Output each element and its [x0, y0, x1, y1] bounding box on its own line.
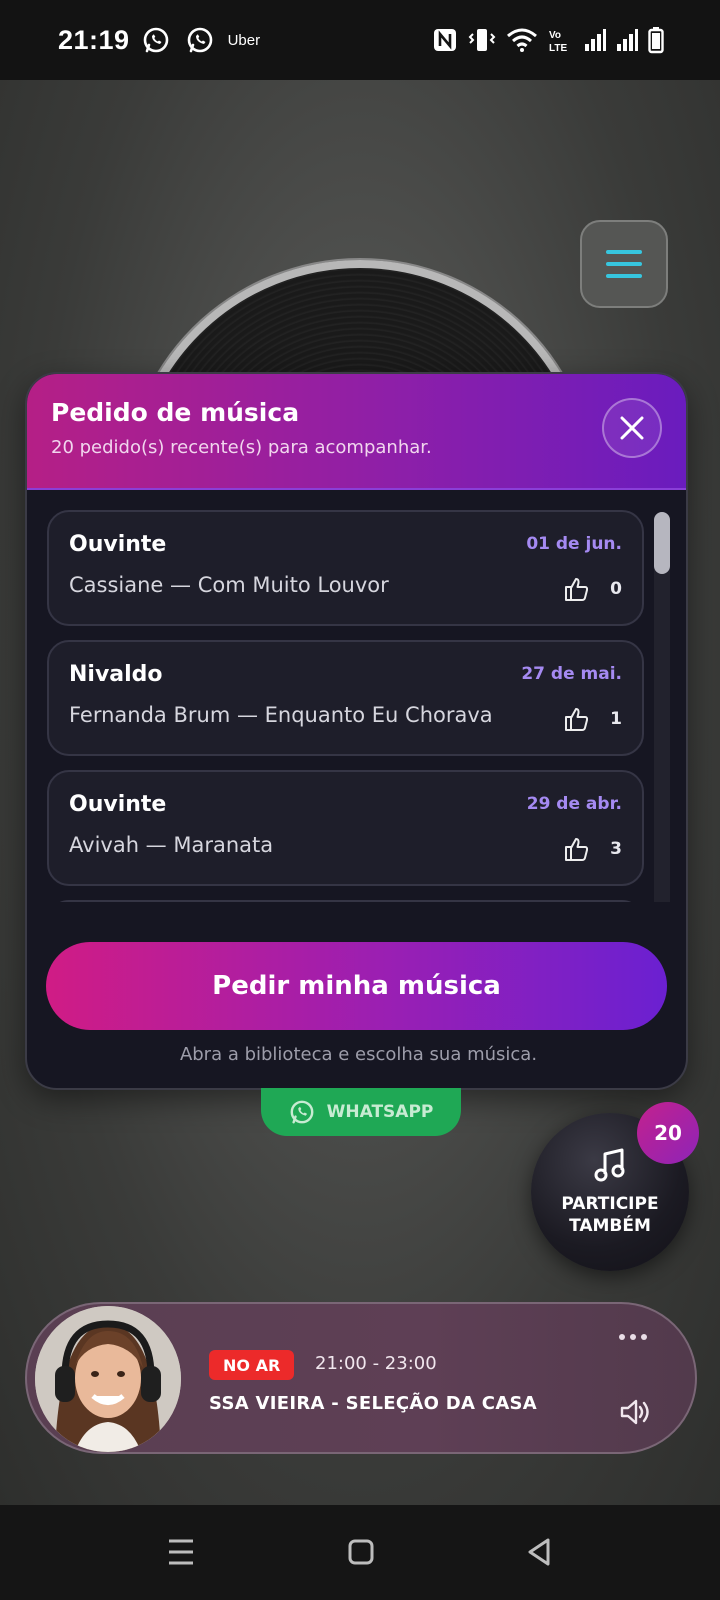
signal-icon: [617, 29, 638, 51]
menu-button[interactable]: [580, 220, 668, 308]
close-button[interactable]: [602, 398, 662, 458]
scrollbar[interactable]: [654, 512, 670, 902]
like-button[interactable]: 1: [564, 706, 622, 732]
vibrate-icon: [468, 29, 496, 51]
whatsapp-button[interactable]: WHATSAPP: [261, 1088, 461, 1136]
like-count: 0: [610, 579, 622, 599]
system-icons: Vo LTE: [432, 26, 664, 54]
hamburger-icon: [606, 250, 642, 254]
system-nav-bar: [0, 1505, 720, 1600]
request-card[interactable]: Ouvinte 01 de jun. Cassiane — Com Muito …: [47, 510, 644, 626]
svg-text:Vo: Vo: [549, 30, 561, 41]
participate-label: PARTICIPE TAMBÉM: [561, 1194, 659, 1236]
request-date: 27 de mai.: [521, 664, 622, 684]
whatsapp-icon: [290, 1100, 314, 1124]
request-card[interactable]: [47, 900, 644, 902]
live-badge: NO AR: [209, 1350, 295, 1380]
request-card[interactable]: Ouvinte 29 de abr. Avivah — Maranata 3: [47, 770, 644, 886]
close-icon: [620, 416, 644, 440]
now-playing-bar[interactable]: NO AR 21:00 - 23:00 SSA VIEIRA - SELEÇÃO…: [25, 1302, 697, 1454]
more-options-button[interactable]: [619, 1334, 647, 1340]
more-icon: [619, 1334, 625, 1340]
back-icon[interactable]: [526, 1537, 552, 1567]
whatsapp-icon: [187, 27, 212, 53]
like-count: 1: [610, 709, 622, 729]
svg-text:LTE: LTE: [549, 43, 567, 53]
modal-title: Pedido de música: [51, 398, 300, 427]
modal-subtitle: 20 pedido(s) recente(s) para acompanhar.: [51, 437, 432, 458]
whatsapp-icon: [143, 27, 168, 53]
music-note-icon: [594, 1148, 625, 1182]
scrollbar-thumb[interactable]: [654, 512, 670, 574]
request-card[interactable]: Nivaldo 27 de mai. Fernanda Brum — Enqua…: [47, 640, 644, 756]
signal-icon: [585, 29, 606, 51]
volte-icon: Vo LTE: [549, 30, 567, 53]
volume-icon: [620, 1399, 649, 1425]
like-count: 3: [610, 839, 622, 859]
status-bar: 21:19 Uber Vo LTE: [0, 0, 720, 80]
request-date: 01 de jun.: [526, 534, 622, 554]
home-icon[interactable]: [348, 1537, 374, 1567]
thumbs-up-icon: [565, 708, 589, 731]
whatsapp-label: WHATSAPP: [326, 1102, 434, 1122]
request-date: 29 de abr.: [526, 794, 622, 814]
request-song: Fernanda Brum — Enquanto Eu Chorava: [69, 703, 493, 727]
host-avatar: [35, 1306, 181, 1452]
show-time: 21:00 - 23:00: [315, 1353, 437, 1374]
show-name: SSA VIEIRA - SELEÇÃO DA CASA: [209, 1393, 538, 1414]
volume-button[interactable]: [619, 1398, 651, 1430]
status-time: 21:19: [58, 24, 130, 55]
request-song: Avivah — Maranata: [69, 833, 274, 857]
wifi-icon: [507, 28, 537, 52]
like-button[interactable]: 0: [564, 576, 622, 602]
request-count-badge: 20: [637, 1102, 699, 1164]
like-button[interactable]: 3: [564, 836, 622, 862]
menu-icon[interactable]: [168, 1537, 194, 1567]
thumbs-up-icon: [565, 578, 589, 601]
song-request-modal: Pedido de música 20 pedido(s) recente(s)…: [25, 372, 688, 1090]
request-song-button[interactable]: Pedir minha música: [46, 942, 667, 1030]
request-list[interactable]: Ouvinte 01 de jun. Cassiane — Com Muito …: [27, 490, 686, 902]
uber-notification-label: Uber: [227, 31, 261, 49]
modal-header: Pedido de música 20 pedido(s) recente(s)…: [27, 374, 686, 490]
nfc-icon: [434, 29, 456, 51]
thumbs-up-icon: [565, 838, 589, 861]
battery-icon: [648, 27, 664, 54]
request-hint: Abra a biblioteca e escolha sua música.: [179, 1044, 538, 1065]
request-song: Cassiane — Com Muito Louvor: [69, 573, 389, 597]
